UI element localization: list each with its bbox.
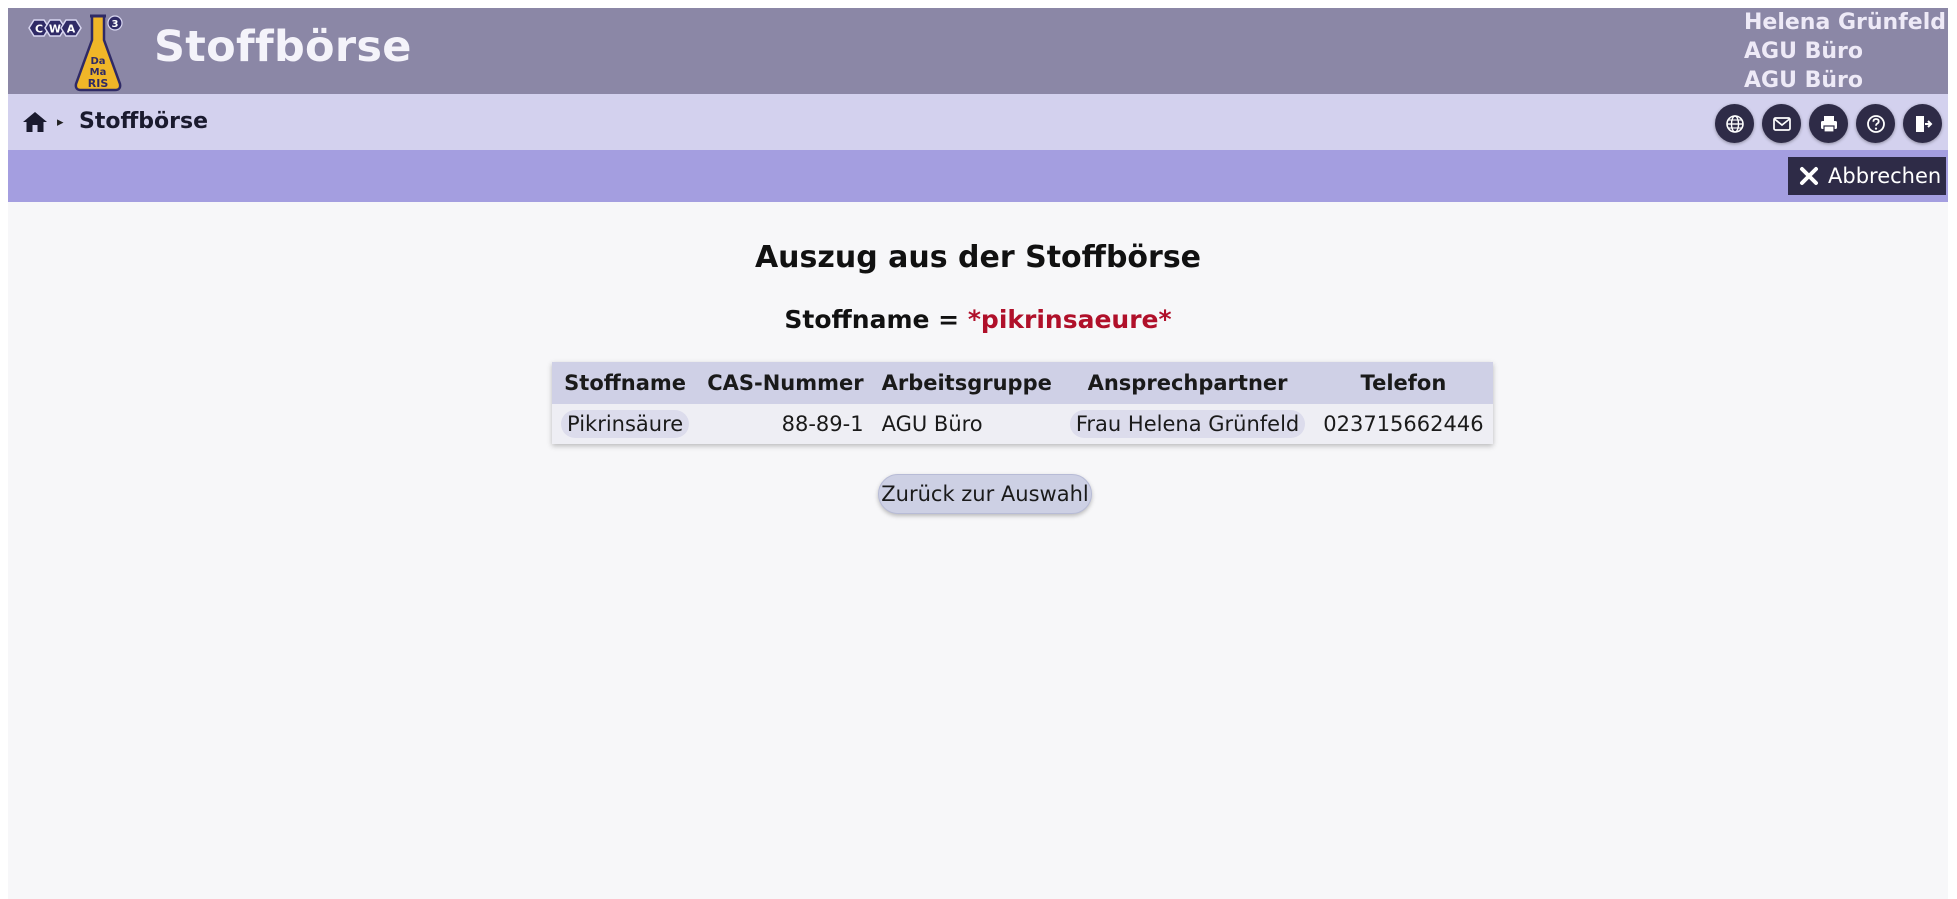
home-icon[interactable] xyxy=(22,110,48,134)
action-bar: Abbrechen xyxy=(8,150,1948,202)
app-frame: C W A Da Ma RIS 3 Stoffbörse Helena Grün… xyxy=(8,8,1948,899)
back-to-selection-button[interactable]: Zurück zur Auswahl xyxy=(878,474,1092,514)
filter-summary: Stoffname = *pikrinsaeure* xyxy=(8,305,1948,334)
damaris-logo[interactable]: C W A Da Ma RIS 3 xyxy=(25,12,145,92)
globe-icon xyxy=(1725,114,1744,133)
cell-telefon: 023715662446 xyxy=(1314,404,1493,444)
filter-value: *pikrinsaeure* xyxy=(967,305,1172,334)
user-group-secondary: AGU Büro xyxy=(1744,68,1864,93)
help-button[interactable] xyxy=(1856,104,1895,143)
logo-text-da: Da xyxy=(90,56,105,67)
close-icon xyxy=(1800,167,1818,185)
print-icon xyxy=(1820,115,1837,133)
column-header-cas: CAS-Nummer xyxy=(698,362,873,404)
help-icon xyxy=(1866,114,1885,133)
logo-letter-c: C xyxy=(35,23,43,36)
cell-arbeitsgruppe: AGU Büro xyxy=(872,404,1061,444)
column-header-stoffname: Stoffname xyxy=(552,362,699,404)
cell-cas: 88-89-1 xyxy=(698,404,873,444)
toolbar-icons xyxy=(1715,104,1942,143)
logout-icon xyxy=(1915,115,1932,132)
user-name: Helena Grünfeld xyxy=(1744,10,1946,35)
column-header-arbeitsgruppe: Arbeitsgruppe xyxy=(872,362,1061,404)
table-row: Pikrinsäure 88-89-1 AGU Büro Frau Helena… xyxy=(552,404,1493,444)
breadcrumb: ▸ Stoffbörse xyxy=(8,94,1948,150)
globe-button[interactable] xyxy=(1715,104,1754,143)
cancel-button-label: Abbrechen xyxy=(1828,164,1942,188)
logo-letter-a: A xyxy=(67,23,76,36)
stoffname-link[interactable]: Pikrinsäure xyxy=(561,410,690,438)
result-table: Stoffname CAS-Nummer Arbeitsgruppe Anspr… xyxy=(552,362,1493,444)
logo-text-ris: RIS xyxy=(88,77,109,90)
column-header-ansprechpartner: Ansprechpartner xyxy=(1060,362,1315,404)
top-header: C W A Da Ma RIS 3 Stoffbörse Helena Grün… xyxy=(8,8,1948,94)
mail-icon xyxy=(1772,116,1791,131)
breadcrumb-separator-icon: ▸ xyxy=(57,115,64,130)
mail-button[interactable] xyxy=(1762,104,1801,143)
breadcrumb-current: Stoffbörse xyxy=(79,109,209,134)
print-button[interactable] xyxy=(1809,104,1848,143)
logo-version: 3 xyxy=(112,19,119,30)
cancel-button[interactable]: Abbrechen xyxy=(1788,157,1946,195)
user-group: AGU Büro xyxy=(1744,39,1864,64)
app-title: Stoffbörse xyxy=(154,22,412,72)
logout-button[interactable] xyxy=(1903,104,1942,143)
ansprechpartner-link[interactable]: Frau Helena Grünfeld xyxy=(1069,410,1306,438)
cell-ansprechpartner[interactable]: Frau Helena Grünfeld xyxy=(1060,404,1315,444)
page-title: Auszug aus der Stoffbörse xyxy=(754,240,1202,275)
logo-letter-w: W xyxy=(49,23,61,36)
table-header-row: Stoffname CAS-Nummer Arbeitsgruppe Anspr… xyxy=(552,362,1493,404)
user-info: Helena Grünfeld AGU Büro AGU Büro xyxy=(1744,8,1946,95)
filter-label: Stoffname = xyxy=(784,305,960,334)
cell-stoffname[interactable]: Pikrinsäure xyxy=(552,404,699,444)
column-header-telefon: Telefon xyxy=(1314,362,1493,404)
